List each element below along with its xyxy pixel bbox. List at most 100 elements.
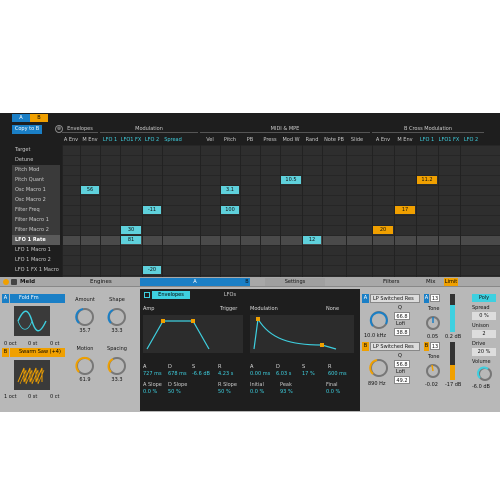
amp-d-value[interactable]: 678 ms: [168, 371, 187, 377]
matrix-row-label[interactable]: Filter Macro 2: [12, 225, 60, 235]
matrix-row-label[interactable]: Filter Freq: [12, 205, 60, 215]
filter-b-lofi-value[interactable]: 49.2: [394, 376, 410, 384]
filter-b-q-value[interactable]: 56.8: [394, 360, 410, 368]
filter-a-letter[interactable]: A: [362, 294, 369, 303]
filter-a-type-select[interactable]: LP Switched Res: [370, 294, 420, 303]
filter-a-lofi-value[interactable]: 38.8: [394, 328, 410, 336]
tab-engine-b[interactable]: B: [232, 278, 262, 286]
amp-s-value[interactable]: -6.6 dB: [192, 371, 210, 377]
motion-knob[interactable]: [74, 355, 96, 377]
spread-label: Spread: [472, 305, 490, 311]
matrix-cell-value[interactable]: 56: [81, 186, 99, 194]
amount-knob[interactable]: [74, 306, 96, 328]
osc-a-letter[interactable]: A: [2, 294, 9, 303]
matrix-column-header: Note PB: [324, 137, 344, 143]
mix-a-volume-fader[interactable]: [450, 294, 455, 332]
amp-r-slope-value[interactable]: 50 %: [218, 389, 231, 395]
env-link-icon[interactable]: [144, 292, 150, 298]
tab-settings[interactable]: Settings: [265, 278, 325, 286]
mod-s-value[interactable]: 17 %: [302, 371, 315, 377]
mod-initial-value[interactable]: 0.0 %: [250, 389, 264, 395]
matrix-row-label[interactable]: Osc Macro 2: [12, 195, 60, 205]
shape-knob[interactable]: [106, 306, 128, 328]
mod-r-label: R: [328, 364, 332, 370]
matrix-row-label[interactable]: LFO 1 Rate: [12, 235, 60, 245]
mod-d-value[interactable]: 6.03 s: [276, 371, 291, 377]
filter-b-type-select[interactable]: LP Switched Res: [370, 342, 420, 351]
osc-b-cents[interactable]: 0 ct: [50, 394, 59, 400]
matrix-row-label[interactable]: LFO 1 Macro 1: [12, 245, 60, 255]
osc-b-octave[interactable]: 1 oct: [4, 394, 17, 400]
mix-a-number[interactable]: 13: [430, 294, 440, 302]
osc-b-semitone[interactable]: 0 st: [28, 394, 37, 400]
matrix-row-label[interactable]: LFO 1 FX 1 Macro: [12, 265, 60, 275]
matrix-cell-value[interactable]: 30: [121, 226, 141, 234]
matrix-row-label[interactable]: Filter Macro 1: [12, 215, 60, 225]
matrix-cell-value[interactable]: 81: [121, 236, 141, 244]
mod-peak-value[interactable]: 93 %: [280, 389, 293, 395]
matrix-row-label[interactable]: Target: [12, 145, 60, 155]
matrix-cell-value[interactable]: 17: [395, 206, 415, 214]
mod-env-label: Modulation: [250, 306, 278, 312]
grid-row-divider: [62, 215, 500, 216]
osc-a-type-select[interactable]: Fold Fm: [10, 294, 65, 303]
matrix-row-label[interactable]: Osc Macro 1: [12, 185, 60, 195]
filter-a-q-value[interactable]: 66.8: [394, 312, 410, 320]
matrix-cell-value[interactable]: 12: [303, 236, 321, 244]
spread-value[interactable]: 0 %: [472, 312, 496, 320]
mod-d-label: D: [276, 364, 280, 370]
spacing-knob[interactable]: [106, 355, 128, 377]
filter-b-letter[interactable]: B: [362, 342, 369, 351]
filter-a-freq-knob[interactable]: [368, 309, 390, 331]
copy-to-b-button[interactable]: Copy to B: [12, 125, 42, 134]
mod-envelope-graph[interactable]: [250, 315, 354, 353]
drive-value[interactable]: 20 %: [472, 348, 496, 356]
power-icon[interactable]: [3, 279, 9, 285]
matrix-cell-value[interactable]: 10.5: [281, 176, 301, 184]
mix-a-tone-knob[interactable]: [424, 314, 442, 332]
device-menu-icon[interactable]: [11, 279, 17, 285]
amp-r-value[interactable]: 4.23 s: [218, 371, 233, 377]
amp-d-slope-label: D Slope: [168, 382, 188, 388]
mod-a-value[interactable]: 0.00 ms: [250, 371, 270, 377]
matrix-grid[interactable]: 56 10.5 3.1 11.2 -11 100 17 30 20 81 12 -20: [62, 145, 500, 277]
matrix-cell-value[interactable]: -11: [143, 206, 161, 214]
mix-b-volume-fader[interactable]: [450, 342, 455, 380]
mod-none-select[interactable]: None: [326, 306, 339, 312]
amp-d-slope-value[interactable]: 50 %: [168, 389, 181, 395]
tab-lfos[interactable]: LFOs: [210, 291, 250, 299]
shape-label: Shape: [109, 297, 125, 303]
matrix-cell-value[interactable]: 100: [221, 206, 239, 214]
matrix-row-label[interactable]: LFO 1 Macro 2: [12, 255, 60, 265]
volume-knob[interactable]: [476, 365, 494, 383]
amp-a-slope-value[interactable]: 0.0 %: [143, 389, 157, 395]
unison-value[interactable]: 2: [472, 330, 496, 338]
matrix-row-label[interactable]: Detune: [12, 155, 60, 165]
matrix-cell-value[interactable]: -20: [143, 266, 161, 274]
matrix-row-label[interactable]: Pitch Mod: [12, 165, 60, 175]
matrix-cell-value[interactable]: 3.1: [221, 186, 239, 194]
osc-b-type-select[interactable]: Swarm Saw (+4): [10, 348, 65, 357]
mod-r-value[interactable]: 600 ms: [328, 371, 347, 377]
mod-final-value[interactable]: 0.0 %: [326, 389, 340, 395]
osc-a-semitone[interactable]: 0 st: [28, 341, 37, 347]
mix-b-tone-knob[interactable]: [424, 362, 442, 380]
osc-b-letter[interactable]: B: [2, 348, 9, 357]
tab-b[interactable]: B: [30, 114, 48, 122]
amp-a-value[interactable]: 727 ms: [143, 371, 162, 377]
matrix-column-header: PB: [246, 137, 254, 143]
amp-trigger-select[interactable]: Trigger: [220, 306, 237, 312]
amp-envelope-graph[interactable]: [143, 315, 243, 353]
osc-a-octave[interactable]: 0 oct: [4, 341, 17, 347]
voice-mode-select[interactable]: Poly: [472, 294, 496, 302]
mix-b-number[interactable]: 13: [430, 342, 440, 350]
limit-button[interactable]: Limit: [444, 278, 458, 286]
tab-a[interactable]: A: [12, 114, 30, 122]
matrix-cell-value[interactable]: 20: [373, 226, 393, 234]
matrix-row-label[interactable]: Pitch Quant: [12, 175, 60, 185]
tab-envelopes[interactable]: Envelopes: [152, 291, 190, 299]
matrix-column-header: Press: [263, 137, 277, 143]
filter-b-freq-knob[interactable]: [368, 357, 390, 379]
osc-a-cents[interactable]: 0 ct: [50, 341, 59, 347]
matrix-cell-value[interactable]: 11.2: [417, 176, 437, 184]
